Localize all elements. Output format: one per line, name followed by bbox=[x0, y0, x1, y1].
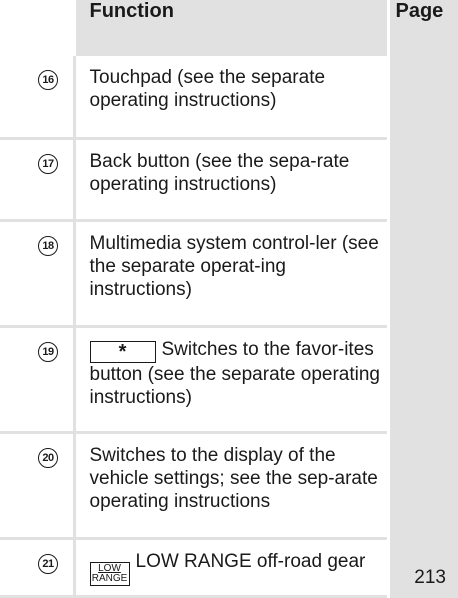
row-number: 21 bbox=[0, 538, 74, 596]
row-description: * Switches to the favor-ites button (see … bbox=[72, 326, 388, 432]
row-page bbox=[386, 432, 458, 538]
row-page bbox=[386, 326, 458, 432]
row-number: 16 bbox=[0, 56, 74, 138]
header-page: Page bbox=[386, 0, 458, 56]
circled-number-badge: 20 bbox=[38, 447, 58, 468]
table-row: 16 Touchpad (see the separate operating … bbox=[0, 56, 458, 138]
row-page: 213 bbox=[386, 538, 458, 596]
row-description: Switches to the display of the vehicle s… bbox=[72, 432, 388, 538]
header-number-blank bbox=[0, 0, 74, 56]
row-description: Touchpad (see the separate operating ins… bbox=[72, 56, 388, 138]
row-description: LOW RANGE LOW RANGE off-road gear bbox=[72, 538, 388, 596]
row-number: 20 bbox=[0, 432, 74, 538]
row-number: 19 bbox=[0, 326, 74, 432]
table-header-row: Function Page bbox=[0, 0, 458, 56]
row-number: 18 bbox=[0, 220, 74, 326]
table-row: 21 LOW RANGE LOW RANGE off-road gear 213 bbox=[0, 538, 458, 596]
circled-number-badge: 17 bbox=[38, 153, 58, 174]
circled-number-badge: 18 bbox=[38, 235, 58, 256]
row-description: Multimedia system control-ler (see the s… bbox=[72, 220, 388, 326]
table-row: 19 * Switches to the favor-ites button (s… bbox=[0, 326, 458, 432]
row-page bbox=[386, 138, 458, 220]
table-row: 18 Multimedia system control-ler (see th… bbox=[0, 220, 458, 326]
low-range-key-icon: LOW RANGE bbox=[89, 561, 130, 586]
circled-number-badge: 19 bbox=[38, 341, 58, 362]
row-description-text: LOW RANGE off-road gear bbox=[135, 550, 366, 572]
row-description: Back button (see the sepa-rate operating… bbox=[72, 138, 388, 220]
favorites-key-icon: * bbox=[89, 341, 156, 363]
function-table: Function Page 16 Touchpad (see the separ… bbox=[0, 0, 458, 598]
row-number: 17 bbox=[0, 138, 74, 220]
row-page bbox=[386, 220, 458, 326]
row-page bbox=[386, 56, 458, 138]
table-row: 17 Back button (see the sepa-rate operat… bbox=[0, 138, 458, 220]
circled-number-badge: 21 bbox=[38, 553, 58, 574]
table-row: 20 Switches to the display of the vehicl… bbox=[0, 432, 458, 538]
circled-number-badge: 16 bbox=[38, 70, 58, 90]
header-function: Function bbox=[72, 0, 388, 56]
